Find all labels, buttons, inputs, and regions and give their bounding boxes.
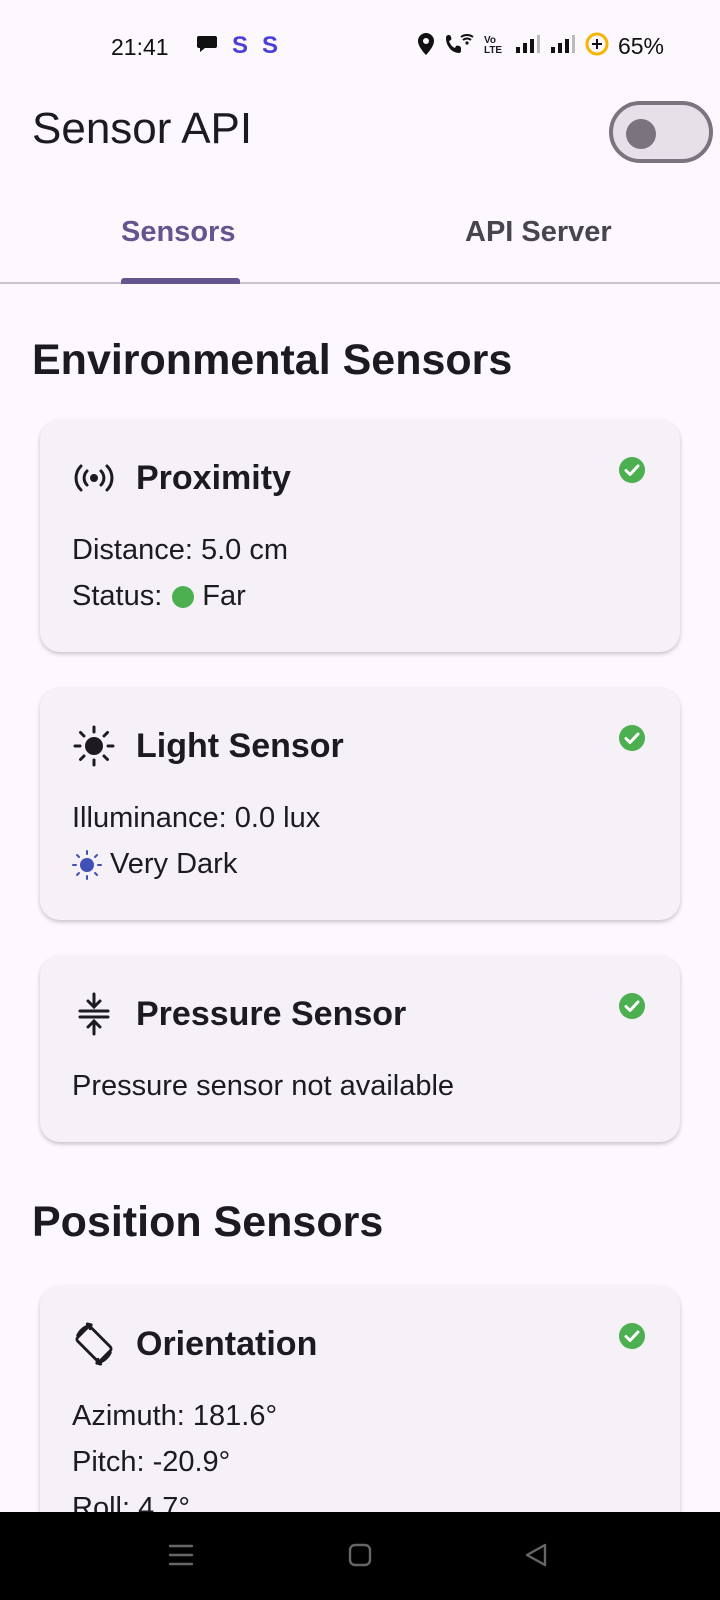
battery-percent: 65%	[617, 32, 664, 59]
check-circle-icon	[618, 992, 646, 1020]
s-app-icon: S	[262, 32, 279, 59]
home-icon[interactable]	[347, 1542, 373, 1572]
card-header: Light Sensor	[72, 724, 344, 768]
server-toggle[interactable]	[609, 101, 713, 163]
proximity-icon	[72, 456, 116, 500]
chat-bubble-icon	[196, 34, 218, 58]
card-header: Pressure Sensor	[72, 992, 406, 1036]
status-right-icons: Vo LTE 65%	[416, 32, 664, 60]
sun-icon	[72, 724, 116, 768]
orientation-azimuth: Azimuth: 181.6°	[72, 1400, 278, 1432]
status-value: Far	[202, 580, 246, 612]
location-icon	[416, 32, 436, 60]
light-illuminance: Illuminance: 0.0 lux	[72, 802, 321, 834]
light-level-value: Very Dark	[110, 848, 238, 880]
status-label: Status:	[72, 580, 163, 612]
volte-icon: Vo LTE	[483, 35, 503, 56]
screen-rotation-icon	[72, 1322, 116, 1366]
light-level-icon	[72, 849, 102, 880]
pressure-sensor-card[interactable]: Pressure Sensor Pressure sensor not avai…	[40, 956, 680, 1142]
app-title: Sensor API	[32, 104, 253, 153]
light-level: Very Dark	[72, 848, 237, 881]
battery-saver-icon	[585, 32, 609, 60]
status-time: 21:41	[111, 34, 169, 60]
status-bar: 21:41 S S Vo LTE 65%	[0, 0, 720, 96]
card-header: Proximity	[72, 456, 291, 500]
tab-api-server[interactable]: API Server	[465, 216, 612, 249]
card-title: Orientation	[136, 1324, 318, 1363]
status-dot-icon	[172, 585, 195, 608]
tab-bar: Sensors API Server	[0, 196, 720, 284]
check-circle-icon	[618, 1322, 646, 1350]
tab-sensors[interactable]: Sensors	[121, 216, 235, 249]
signal-icon	[515, 34, 541, 58]
signal-icon	[550, 34, 576, 58]
pressure-message: Pressure sensor not available	[72, 1070, 455, 1102]
proximity-status: Status: Far	[72, 580, 246, 613]
proximity-card[interactable]: Proximity Distance: 5.0 cm Status: Far	[40, 420, 680, 652]
system-nav-bar	[0, 1512, 720, 1600]
proximity-distance: Distance: 5.0 cm	[72, 534, 288, 566]
tab-indicator	[121, 278, 240, 284]
section-title-position: Position Sensors	[32, 1198, 384, 1246]
card-title: Pressure Sensor	[136, 994, 407, 1033]
menu-icon[interactable]	[168, 1542, 194, 1572]
card-header: Orientation	[72, 1322, 317, 1366]
section-title-environmental: Environmental Sensors	[32, 336, 513, 384]
back-icon[interactable]	[523, 1542, 549, 1572]
compress-icon	[72, 992, 116, 1036]
check-circle-icon	[618, 456, 646, 484]
check-circle-icon	[618, 724, 646, 752]
orientation-pitch: Pitch: -20.9°	[72, 1446, 231, 1478]
card-title: Light Sensor	[136, 726, 344, 765]
status-left-icons: S S	[196, 32, 278, 60]
toggle-knob	[626, 119, 656, 149]
s-app-icon: S	[232, 32, 249, 59]
card-title: Proximity	[136, 458, 291, 497]
light-sensor-card[interactable]: Light Sensor Illuminance: 0.0 lux Very D…	[40, 688, 680, 920]
wifi-call-icon	[445, 32, 475, 60]
